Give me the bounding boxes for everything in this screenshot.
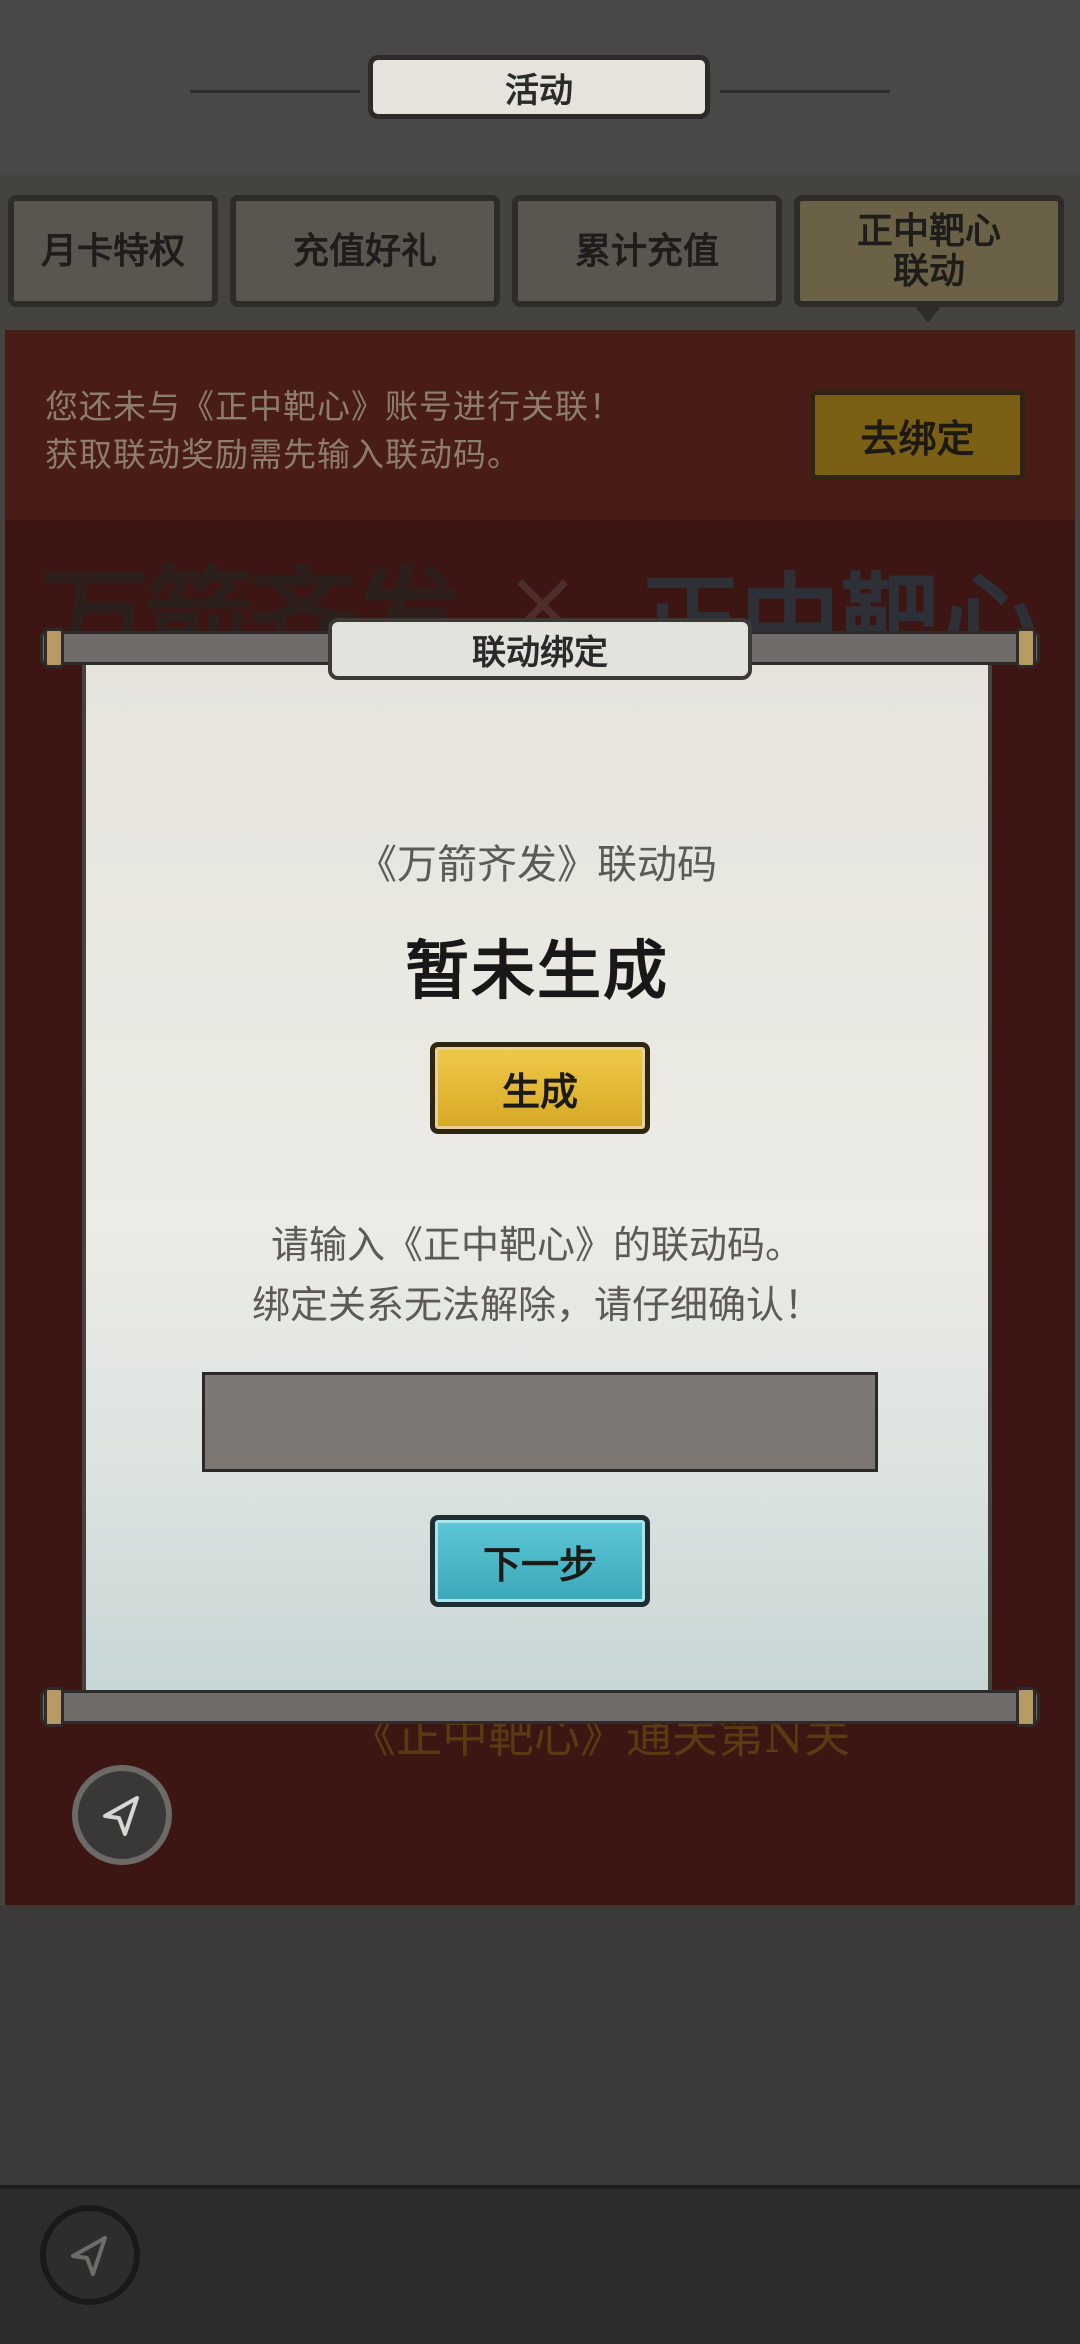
generate-button[interactable]: 生成 bbox=[430, 1042, 650, 1134]
back-arrow-icon bbox=[71, 2236, 107, 2276]
tab-bullseye-collab[interactable]: 正中靶心 联动 bbox=[794, 195, 1064, 307]
header-divider-left bbox=[190, 90, 360, 93]
tab-monthly-card[interactable]: 月卡特权 bbox=[8, 195, 218, 307]
tab-label: 月卡特权 bbox=[40, 230, 185, 272]
tab-label: 充值好礼 bbox=[292, 230, 437, 272]
input-instruction: 请输入《正中靶心》的联动码。 绑定关系无法解除，请仔细确认！ bbox=[251, 1223, 822, 1327]
scroll-rod-bottom bbox=[40, 1690, 1040, 1724]
scroll-rod-cap bbox=[44, 1687, 64, 1727]
active-tab-pointer bbox=[914, 305, 942, 323]
back-arrow-icon bbox=[103, 1796, 139, 1836]
scroll-rod-cap bbox=[1016, 1687, 1036, 1727]
panel-back-button[interactable] bbox=[72, 1765, 172, 1865]
go-bind-button[interactable]: 去绑定 bbox=[810, 390, 1025, 480]
tab-recharge-gift[interactable]: 充值好礼 bbox=[230, 195, 500, 307]
bottom-back-button[interactable] bbox=[40, 2205, 140, 2305]
lower-band bbox=[0, 1905, 1080, 2185]
modal-title: 联动绑定 bbox=[328, 618, 752, 680]
header-divider-right bbox=[720, 90, 890, 93]
bottom-bar bbox=[0, 2185, 1080, 2344]
tab-label: 正中靶心 联动 bbox=[856, 210, 1001, 292]
tab-label: 累计充值 bbox=[574, 230, 719, 272]
tab-cumulative-recharge[interactable]: 累计充值 bbox=[512, 195, 782, 307]
link-code-label: 《万箭齐发》联动码 bbox=[357, 842, 717, 888]
scroll-rod-cap bbox=[44, 628, 64, 668]
next-step-button[interactable]: 下一步 bbox=[430, 1515, 650, 1607]
page-title: 活动 bbox=[368, 55, 710, 119]
link-code-input[interactable] bbox=[202, 1372, 878, 1472]
link-code-value: 暂未生成 bbox=[405, 934, 669, 1009]
link-notice-text: 您还未与《正中靶心》账号进行关联！ 获取联动奖励需先输入联动码。 bbox=[45, 387, 623, 474]
scroll-rod-cap bbox=[1016, 628, 1036, 668]
